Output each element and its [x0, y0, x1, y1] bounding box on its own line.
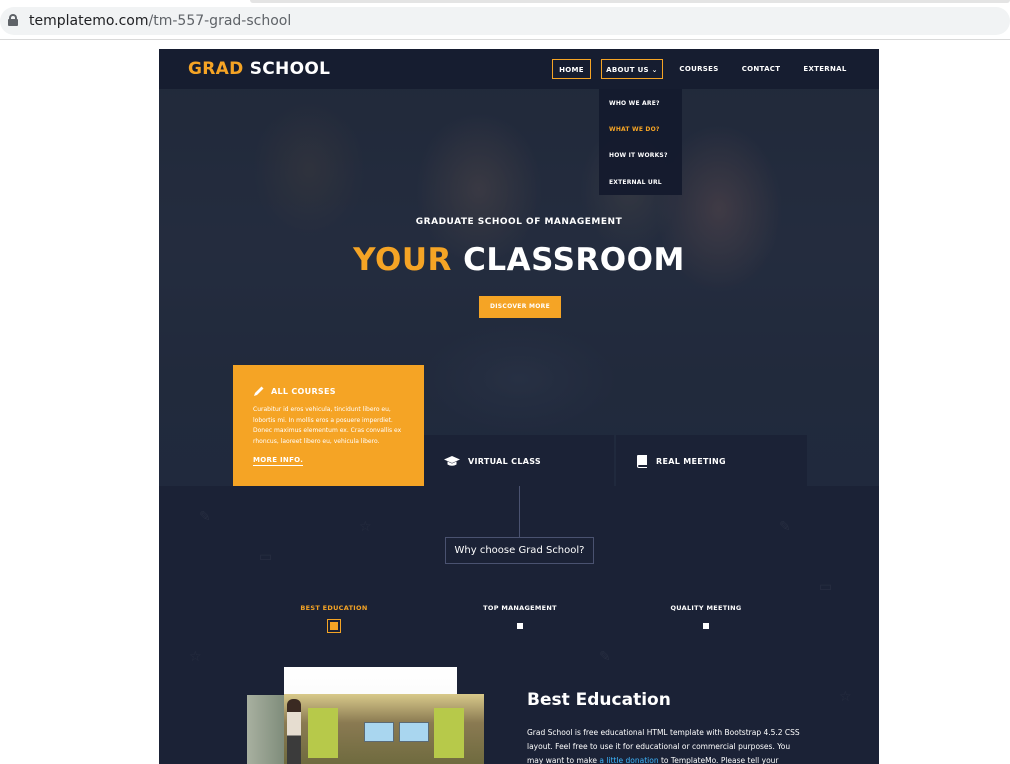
nav-contact[interactable]: CONTACT [738, 59, 784, 79]
section-title: Best Education [527, 690, 671, 710]
pattern-pencil-icon: ✎ [779, 519, 791, 535]
site-logo[interactable]: GRAD SCHOOL [188, 59, 330, 79]
divider-line [519, 486, 520, 538]
student-figure [287, 699, 301, 764]
browser-address-bar: templatemo.com/tm-557-grad-school [0, 0, 1010, 40]
all-courses-title: ALL COURSES [271, 387, 336, 396]
pattern-pencil-icon: ✎ [599, 649, 611, 665]
graduation-cap-icon [444, 456, 460, 466]
nav-about-us[interactable]: ABOUT US ⌄ [601, 59, 663, 79]
about-dropdown-menu: WHO WE ARE? WHAT WE DO? HOW IT WORKS? EX… [599, 89, 682, 195]
classroom-photo-side [247, 695, 287, 764]
pattern-star-icon: ☆ [839, 689, 852, 705]
real-meeting-card[interactable]: REAL MEETING [616, 435, 807, 486]
pattern-pencil-icon: ✎ [199, 509, 211, 525]
hero-title: YOUR CLASSROOM [353, 242, 685, 278]
url-path: /tm-557-grad-school [148, 13, 292, 29]
why-choose-heading: Why choose Grad School? [445, 537, 594, 564]
tab-indicator[interactable] [517, 623, 523, 629]
classroom-photo [284, 694, 484, 764]
tab-indicator[interactable] [703, 623, 709, 629]
tab-best-education[interactable]: BEST EDUCATION [284, 604, 384, 612]
nav-courses[interactable]: COURSES [675, 59, 723, 79]
pencil-icon [254, 386, 264, 396]
tab-quality-meeting[interactable]: QUALITY MEETING [656, 604, 756, 612]
all-courses-text: Curabitur id eros vehicula, tincidunt li… [253, 406, 402, 445]
real-meeting-title: REAL MEETING [656, 457, 726, 466]
book-icon [637, 455, 647, 468]
pattern-star-icon: ☆ [189, 649, 202, 665]
website-viewport: ✎ ▭ ☆ ✎ ▭ ☆ ✎ ☆ GRAD SCHOOL HOME ABOUT U… [159, 49, 879, 764]
lock-icon[interactable] [8, 14, 18, 26]
donation-link[interactable]: a little donation [599, 756, 658, 764]
nav-home[interactable]: HOME [552, 59, 591, 79]
url-domain: templatemo.com [29, 13, 149, 29]
virtual-class-title: VIRTUAL CLASS [468, 457, 541, 466]
main-navbar: GRAD SCHOOL HOME ABOUT US ⌄ COURSES CONT… [159, 49, 879, 89]
all-courses-card: ALL COURSES Curabitur id eros vehicula, … [233, 365, 424, 486]
discover-more-button[interactable]: DISCOVER MORE [479, 296, 561, 318]
tab-strip [250, 0, 1010, 3]
pattern-star-icon: ☆ [359, 519, 372, 535]
hero-subtitle: GRADUATE SCHOOL OF MANAGEMENT [415, 217, 623, 227]
tab-indicator-active[interactable] [327, 619, 341, 633]
dropdown-item-who-we-are[interactable]: WHO WE ARE? [609, 100, 660, 107]
nav-external[interactable]: EXTERNAL [800, 59, 850, 79]
chevron-down-icon: ⌄ [651, 66, 658, 74]
pattern-book-icon: ▭ [259, 549, 273, 565]
virtual-class-card[interactable]: VIRTUAL CLASS [424, 435, 614, 486]
tab-top-management[interactable]: TOP MANAGEMENT [470, 604, 570, 612]
url-text[interactable]: templatemo.com/tm-557-grad-school [29, 13, 291, 29]
dropdown-item-how-it-works[interactable]: HOW IT WORKS? [609, 152, 668, 159]
pattern-book-icon: ▭ [819, 579, 833, 595]
section-text: Grad School is free educational HTML tem… [527, 728, 800, 764]
dropdown-item-what-we-do[interactable]: WHAT WE DO? [609, 126, 660, 133]
dropdown-item-external-url[interactable]: EXTERNAL URL [609, 179, 662, 186]
more-info-link[interactable]: MORE INFO. [253, 456, 304, 466]
